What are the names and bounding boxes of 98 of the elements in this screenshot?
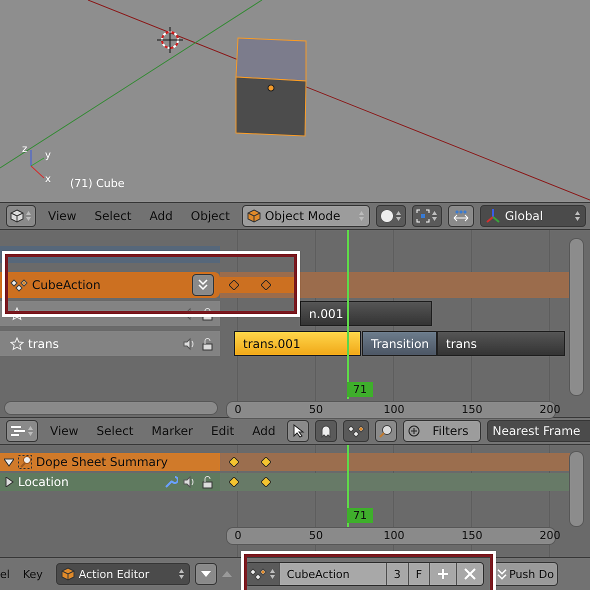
channel-name: Location	[18, 475, 70, 489]
menu-item[interactable]: Add	[144, 209, 179, 223]
current-frame-indicator[interactable]: 71	[347, 508, 373, 523]
up-triangle-icon	[222, 571, 232, 577]
only-errors-button[interactable]	[343, 420, 370, 442]
double-chevron-icon	[196, 278, 210, 292]
menu-item[interactable]: Marker	[146, 424, 199, 438]
up-down-arrows-icon	[430, 210, 438, 222]
pivot-icon	[416, 209, 430, 223]
nla-strip[interactable]: trans.001	[234, 331, 361, 356]
pivot-dropdown[interactable]	[412, 205, 442, 227]
dope-channel[interactable]: Dope Sheet Summary	[0, 453, 220, 471]
axes-icon	[484, 208, 501, 224]
speaker-icon	[182, 336, 196, 350]
cursor-arrow-icon	[291, 424, 306, 438]
magnifier-icon	[18, 455, 32, 469]
menu-item[interactable]: View	[44, 424, 84, 438]
show-hidden-button[interactable]	[315, 420, 338, 442]
menu-item[interactable]: Add	[246, 424, 282, 438]
manipulator-button[interactable]	[448, 205, 474, 227]
frame-number: 0	[234, 402, 242, 417]
3d-cursor-icon	[156, 26, 184, 54]
frame-number: 100	[384, 528, 404, 543]
channel-name: trans	[28, 336, 60, 350]
axis-gizmo-drawing: z y x	[22, 144, 51, 185]
action-icon	[347, 424, 366, 438]
frame-number: 150	[462, 528, 482, 543]
expand-triangle-icon[interactable]	[4, 457, 14, 467]
menu-item[interactable]: Object	[184, 209, 236, 223]
push-down-button[interactable]: Push Do	[493, 562, 558, 586]
up-down-arrows-icon	[358, 210, 365, 222]
filters-button[interactable]: Filters	[403, 420, 482, 442]
editor-type-button[interactable]	[6, 420, 38, 442]
plus-circle-icon	[408, 425, 420, 437]
cube-icon	[60, 567, 75, 581]
menu-item[interactable]: Select	[88, 209, 138, 223]
3d-viewport[interactable]: z y x (71) Cube	[0, 0, 590, 202]
mode-dropdown[interactable]: Action Editor	[56, 563, 190, 585]
up-down-arrows-icon	[574, 210, 581, 222]
nla-strip[interactable]: trans	[437, 331, 565, 356]
up-down-arrows-icon	[25, 210, 32, 222]
current-frame-indicator[interactable]: 71	[347, 382, 373, 397]
channel-name: Dope Sheet Summary	[36, 455, 169, 469]
snap-dropdown[interactable]: Nearest Frame	[487, 420, 590, 442]
menu-item[interactable]: View	[42, 209, 82, 223]
unlocked-padlock-icon	[200, 475, 214, 489]
shading-dropdown[interactable]	[376, 205, 406, 227]
action-selector[interactable]: CubeAction 3 F	[244, 562, 484, 586]
move-arrows-icon	[452, 209, 470, 223]
frame-number: 100	[384, 402, 404, 417]
frame-number: 50	[309, 402, 323, 417]
vertical-scrollbar[interactable]	[569, 238, 584, 396]
star-icon	[10, 336, 24, 350]
cube-icon	[10, 209, 24, 223]
dope-channel[interactable]: Location	[0, 473, 220, 491]
star-icon	[10, 306, 24, 320]
keyframe-icon	[261, 280, 271, 290]
push-down-button[interactable]	[192, 274, 214, 296]
menu-item[interactable]: Edit	[205, 424, 240, 438]
frame-number: 50	[309, 528, 323, 543]
ghost-icon	[319, 424, 334, 438]
channel-name: CubeAction	[32, 278, 102, 292]
expand-triangle-icon[interactable]	[4, 477, 14, 487]
menu-item[interactable]: Key	[22, 568, 51, 580]
action-icon	[248, 567, 267, 581]
sphere-icon	[380, 209, 394, 223]
up-down-arrows-icon	[178, 568, 185, 580]
nla-strip[interactable]: Transition	[362, 331, 437, 356]
menu-item[interactable]: Select	[90, 424, 140, 438]
double-chevron-icon	[497, 568, 508, 580]
orientation-dropdown[interactable]: Global	[480, 205, 586, 227]
mode-dropdown[interactable]: Object Mode	[242, 205, 370, 227]
nla-channel[interactable]: trans	[0, 331, 220, 356]
up-down-arrows-icon	[394, 210, 402, 222]
search-button[interactable]	[375, 420, 398, 442]
menu-item[interactable]: el	[0, 568, 18, 580]
frame-number: 0	[234, 528, 242, 543]
only-selected-button[interactable]	[287, 420, 310, 442]
collapse-button[interactable]	[194, 563, 217, 585]
unlocked-padlock-icon	[200, 306, 214, 320]
speaker-icon	[182, 475, 196, 489]
editor-type-button[interactable]	[6, 205, 36, 227]
action-icon	[10, 278, 28, 292]
search-icon	[379, 424, 394, 438]
up-down-arrows-icon	[268, 568, 276, 580]
unlocked-padlock-icon	[200, 336, 214, 350]
dope-sheet-icon	[10, 424, 26, 438]
close-icon	[464, 568, 476, 580]
horizontal-scrollbar[interactable]	[4, 401, 218, 415]
keyframe-icon	[229, 280, 239, 290]
plus-icon	[437, 568, 450, 580]
up-down-arrows-icon	[27, 425, 34, 437]
nla-strip[interactable]: n.001	[300, 301, 432, 326]
viewport-caption: (71) Cube	[70, 177, 124, 190]
vertical-scrollbar[interactable]	[569, 451, 584, 527]
cube-icon	[246, 209, 261, 223]
frame-number: 150	[462, 402, 482, 417]
nla-channel[interactable]: CubeAction	[0, 272, 220, 298]
